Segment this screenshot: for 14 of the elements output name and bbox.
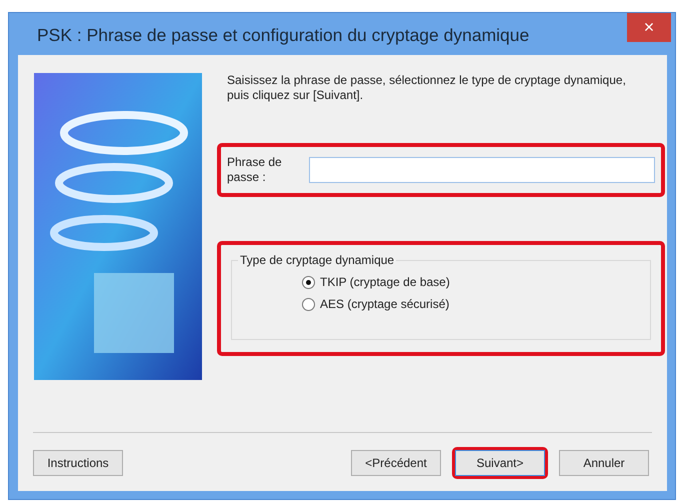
dialog-button[interactable]: <Précédent bbox=[351, 450, 441, 476]
radio-button[interactable] bbox=[302, 276, 315, 288]
dialog-button[interactable]: Annuler bbox=[559, 450, 649, 476]
passphrase-field[interactable] bbox=[309, 157, 655, 183]
instructions-button[interactable]: Instructions bbox=[33, 450, 123, 476]
close-button[interactable]: × bbox=[627, 13, 671, 42]
passphrase-label: Phrase de passe : bbox=[227, 155, 283, 185]
group-title: Type de cryptage dynamique bbox=[239, 253, 396, 267]
instruction-text: Saisissez la phrase de passe, sélectionnez le type de cryptage dynamique, puis cliquez sur [Suivant]. bbox=[227, 73, 627, 103]
window-title: PSK : Phrase de passe et configuration du cryptage dynamique bbox=[37, 25, 530, 46]
radio-button[interactable] bbox=[302, 298, 315, 310]
option-label[interactable]: AES (cryptage sécurisé) bbox=[320, 297, 450, 311]
dialog-button[interactable]: Suivant> bbox=[455, 450, 545, 476]
option-label[interactable]: TKIP (cryptage de base) bbox=[320, 275, 450, 289]
